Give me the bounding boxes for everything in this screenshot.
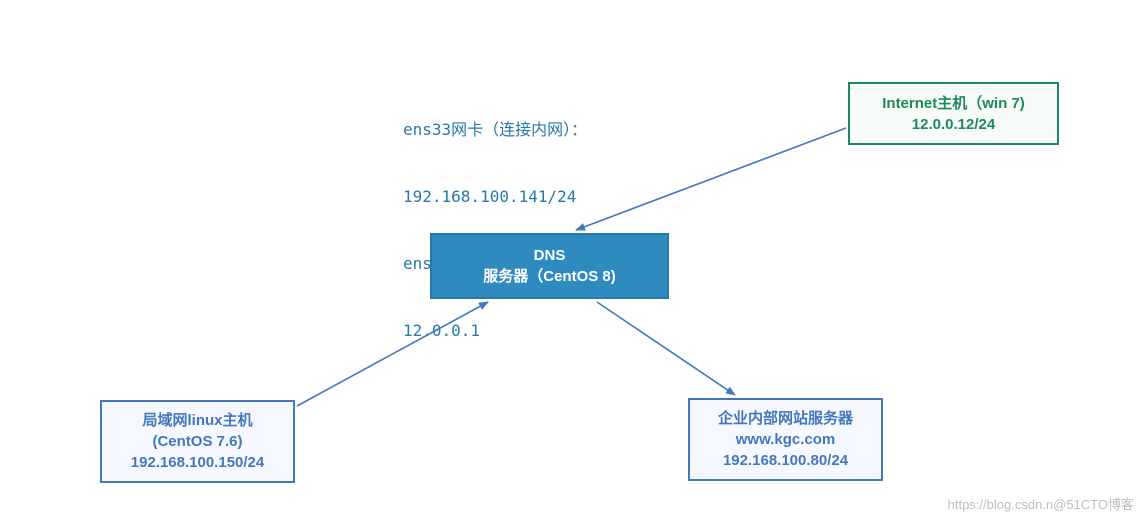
edge-dns-to-webserver — [597, 302, 735, 395]
nic-config-text: ens33网卡（连接内网）： 192.168.100.141/24 ens36网… — [403, 74, 587, 365]
internet-line2: 12.0.0.12/24 — [912, 114, 995, 135]
internet-line1: Internet主机（win 7) — [882, 93, 1025, 114]
config-line1: ens33网卡（连接内网）： — [403, 119, 587, 141]
edge-internet-to-dns — [576, 128, 846, 230]
lan-line3: 192.168.100.150/24 — [131, 452, 264, 473]
webserver-line2: www.kgc.com — [736, 429, 835, 450]
webserver-line3: 192.168.100.80/24 — [723, 450, 848, 471]
dns-line1: DNS — [534, 245, 566, 266]
webserver-line1: 企业内部网站服务器 — [718, 408, 853, 429]
watermark-text: https://blog.csdn.n@51CTO博客 — [948, 494, 1134, 513]
lan-line2: (CentOS 7.6) — [152, 431, 242, 452]
internet-host-node: Internet主机（win 7) 12.0.0.12/24 — [848, 82, 1059, 145]
config-line2: 192.168.100.141/24 — [403, 186, 587, 208]
dns-server-node: DNS 服务器（CentOS 8) — [430, 233, 669, 299]
webserver-node: 企业内部网站服务器 www.kgc.com 192.168.100.80/24 — [688, 398, 883, 481]
lan-line1: 局域网linux主机 — [142, 410, 252, 431]
dns-line2: 服务器（CentOS 8) — [483, 266, 616, 287]
lan-host-node: 局域网linux主机 (CentOS 7.6) 192.168.100.150/… — [100, 400, 295, 483]
config-line4: 12.0.0.1 — [403, 320, 587, 342]
